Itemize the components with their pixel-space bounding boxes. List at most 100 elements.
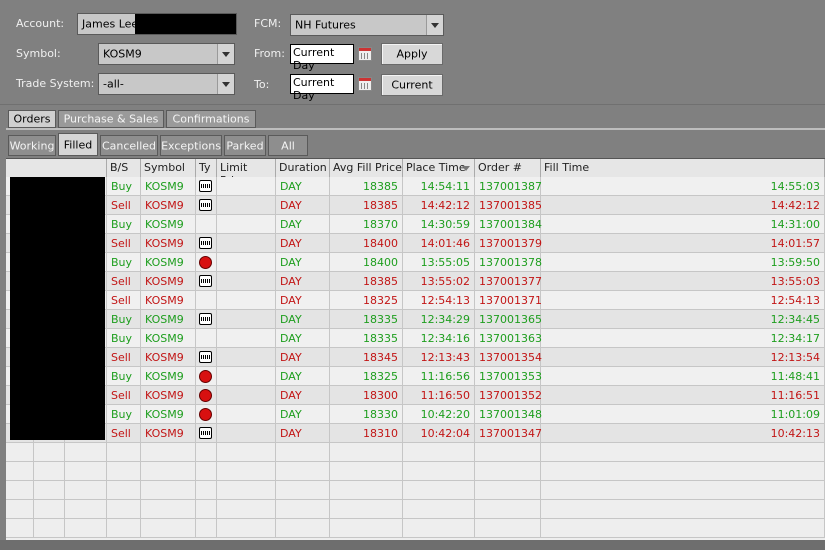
column-header-place-time[interactable]: Place Time (403, 159, 475, 177)
account-field[interactable]: James Lee (77, 13, 237, 35)
table-cell: 137001387 (475, 177, 542, 196)
to-label: To: (254, 78, 270, 91)
table-cell (196, 481, 217, 500)
empty-row (6, 519, 825, 538)
subtab-all[interactable]: All (268, 135, 308, 156)
symbol-value: KOSM9 (103, 47, 142, 61)
cell-text: Sell (111, 351, 131, 364)
table-row[interactable]: Sell KOSM9 DAY 18400 14:01:46 137001379 14:01:… (6, 234, 825, 253)
table-cell (196, 386, 217, 405)
table-row[interactable]: Sell KOSM9 DAY 18325 12:54:13 137001371 12:54:… (6, 291, 825, 310)
cell-text: 10:42:13 (770, 427, 820, 440)
table-row[interactable]: Buy KOSM9 DAY 18385 14:54:11 137001387 14:55:0… (6, 177, 825, 196)
table-cell (6, 500, 34, 519)
table-cell (65, 500, 107, 519)
tab-confirmations[interactable]: Confirmations (166, 110, 256, 128)
table-row[interactable]: Sell KOSM9 DAY 18385 14:42:12 137001385 14:42:… (6, 196, 825, 215)
subtab-parked[interactable]: Parked (224, 135, 266, 156)
symbol-select[interactable]: KOSM9 (98, 43, 235, 65)
column-header-avg-fill-price[interactable]: Avg Fill Price (330, 159, 403, 177)
limit-icon (199, 351, 212, 363)
table-row[interactable]: Buy KOSM9 DAY 18400 13:55:05 137001378 13:59:5… (6, 253, 825, 272)
cell-text: 12:34:29 (420, 313, 470, 326)
column-header-label: Place Time (406, 161, 466, 174)
chevron-down-icon[interactable] (217, 44, 234, 64)
subtab-label: Cancelled (101, 139, 157, 152)
table-cell: 137001352 (475, 386, 542, 405)
chevron-down-icon[interactable] (426, 15, 443, 35)
table-row[interactable]: Buy KOSM9 DAY 18325 11:16:56 137001353 11:48:4… (6, 367, 825, 386)
cell-text: 137001354 (479, 351, 542, 364)
table-cell (6, 443, 34, 462)
table-cell (217, 348, 276, 367)
table-cell: 137001348 (475, 405, 542, 424)
calendar-icon[interactable] (358, 77, 372, 91)
cell-text: 137001384 (479, 218, 542, 231)
table-row[interactable]: Buy KOSM9 DAY 18335 12:34:29 137001365 12:34:4… (6, 310, 825, 329)
table-cell: KOSM9 (141, 367, 196, 386)
cell-text: Sell (111, 294, 131, 307)
cell-text: Sell (111, 237, 131, 250)
cell-text: 14:31:00 (770, 218, 820, 231)
cell-text: 14:42:12 (770, 199, 820, 212)
table-cell (196, 234, 217, 253)
table-row[interactable]: Sell KOSM9 DAY 18310 10:42:04 137001347 10:42:… (6, 424, 825, 443)
cell-text: 137001379 (479, 237, 542, 250)
table-cell (107, 500, 141, 519)
trade-system-select[interactable]: -all- (98, 73, 235, 95)
column-header-duration[interactable]: Duration (276, 159, 330, 177)
table-cell (196, 367, 217, 386)
table-row[interactable]: Sell KOSM9 DAY 18385 13:55:02 137001377 13:55:… (6, 272, 825, 291)
table-row[interactable]: Buy KOSM9 DAY 18335 12:34:16 137001363 12:34:1… (6, 329, 825, 348)
table-cell (65, 462, 107, 481)
table-row[interactable]: Sell KOSM9 DAY 18300 11:16:50 137001352 11:16:… (6, 386, 825, 405)
stop-icon (199, 389, 212, 402)
table-row[interactable]: Buy KOSM9 DAY 18370 14:30:59 137001384 14:31:0… (6, 215, 825, 234)
table-cell: KOSM9 (141, 424, 196, 443)
chevron-down-icon[interactable] (217, 74, 234, 94)
table-cell: 137001365 (475, 310, 542, 329)
apply-button[interactable]: Apply (381, 43, 443, 65)
column-header-order-number[interactable]: Order # (475, 159, 541, 177)
to-date-field[interactable]: Current Day (290, 74, 354, 102)
tab-purchase-sales[interactable]: Purchase & Sales (58, 110, 164, 128)
cell-text: 137001363 (479, 332, 542, 345)
cell-text: KOSM9 (145, 275, 184, 288)
cell-text: 18370 (363, 218, 398, 231)
cell-text: KOSM9 (145, 408, 184, 421)
table-cell: DAY (276, 234, 330, 253)
cell-text: 18385 (363, 275, 398, 288)
table-cell (217, 367, 276, 386)
subtab-working[interactable]: Working (8, 135, 56, 156)
table-cell: 137001385 (475, 196, 542, 215)
table-cell: 14:42:12 (403, 196, 475, 215)
column-header-bs[interactable]: B/S (107, 159, 141, 177)
table-cell: DAY (276, 196, 330, 215)
table-cell (217, 519, 276, 538)
from-date-field[interactable]: Current Day (290, 44, 354, 72)
cell-text: Buy (111, 218, 133, 231)
table-cell: DAY (276, 177, 330, 196)
column-header-type[interactable]: Ty (196, 159, 217, 177)
column-header-fill-time[interactable]: Fill Time (541, 159, 825, 177)
fcm-label: FCM: (254, 17, 282, 30)
column-header-symbol[interactable]: Symbol (141, 159, 196, 177)
subtab-filled[interactable]: Filled (58, 133, 98, 156)
calendar-icon[interactable] (358, 47, 372, 61)
subtab-exceptions[interactable]: Exceptions (160, 135, 222, 156)
cell-text: DAY (280, 332, 302, 345)
fcm-select[interactable]: NH Futures (290, 14, 444, 36)
orders-grid[interactable]: B/S Symbol Ty Limit Price Duration Avg F… (6, 158, 825, 541)
current-button[interactable]: Current (381, 74, 443, 96)
cell-text: 12:13:54 (770, 351, 820, 364)
account-value: James Lee (82, 17, 139, 31)
table-cell (34, 519, 65, 538)
table-cell: Buy (107, 215, 141, 234)
subtab-cancelled[interactable]: Cancelled (100, 135, 158, 156)
tab-orders[interactable]: Orders (8, 110, 56, 128)
column-header-limit-price[interactable]: Limit Price (217, 159, 276, 187)
table-cell (217, 386, 276, 405)
cell-text: 13:59:50 (770, 256, 820, 269)
table-row[interactable]: Buy KOSM9 DAY 18330 10:42:20 137001348 11:01:0… (6, 405, 825, 424)
table-row[interactable]: Sell KOSM9 DAY 18345 12:13:43 137001354 12:13:… (6, 348, 825, 367)
